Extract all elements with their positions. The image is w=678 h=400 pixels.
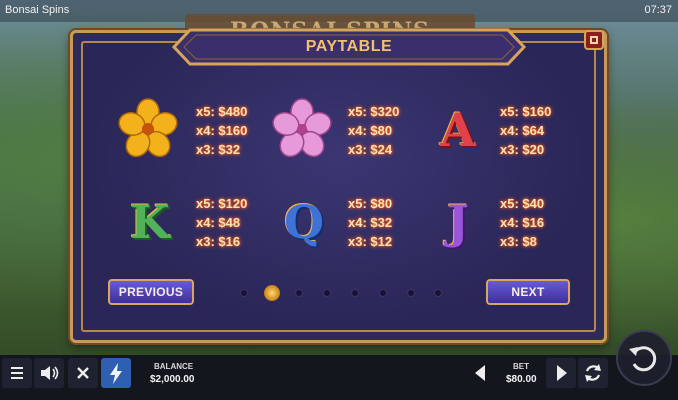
payout-x5: x5: $480	[196, 104, 248, 119]
payout-x5: x5: $80	[348, 196, 393, 211]
yellow-flower-payouts: x5: $480 x4: $160 x3: $32	[196, 102, 247, 159]
hamburger-icon[interactable]	[2, 358, 32, 388]
balance-value: $2,000.00	[150, 374, 195, 385]
increase-bet-icon[interactable]	[546, 358, 576, 388]
q-symbol-icon: Q	[283, 195, 325, 249]
j-symbol-payouts: x5: $40 x4: $16 x3: $8	[500, 194, 544, 251]
page-dot[interactable]	[323, 289, 331, 297]
paytable-title: PAYTABLE	[305, 38, 393, 55]
x-icon[interactable]	[68, 358, 98, 388]
refresh-icon[interactable]	[578, 358, 608, 388]
a-symbol-icon: A	[440, 103, 476, 157]
game-title: Bonsai Spins	[5, 4, 70, 16]
next-page-button[interactable]: NEXT	[486, 279, 570, 305]
payout-x4: x4: $48	[196, 215, 241, 230]
j-symbol-icon: J	[447, 195, 469, 249]
payout-x3: x3: $24	[348, 142, 393, 157]
payout-x4: x4: $80	[348, 123, 393, 138]
payout-x3: x3: $20	[500, 142, 545, 157]
page-dot[interactable]	[351, 289, 359, 297]
payout-x3: x3: $32	[196, 142, 241, 157]
payout-x5: x5: $40	[500, 196, 545, 211]
q-symbol-payouts: x5: $80 x4: $32 x3: $12	[348, 194, 392, 251]
payout-x4: x4: $32	[348, 215, 393, 230]
k-symbol-icon: K	[130, 195, 170, 249]
pink-flower-payouts: x5: $320 x4: $80 x3: $24	[348, 102, 399, 159]
payout-x4: x4: $16	[500, 215, 545, 230]
lightning-icon[interactable]	[101, 358, 131, 388]
yellow-flower-symbol-icon	[118, 98, 178, 158]
decrease-bet-icon[interactable]	[466, 358, 496, 388]
payout-x4: x4: $160	[196, 123, 248, 138]
previous-page-button[interactable]: PREVIOUS	[108, 279, 194, 305]
payout-x3: x3: $16	[196, 234, 241, 249]
page-indicator	[236, 283, 446, 303]
page-dot[interactable]	[295, 289, 303, 297]
payout-x4: x4: $64	[500, 123, 545, 138]
page-dot-active[interactable]	[264, 285, 280, 301]
payout-x5: x5: $160	[500, 104, 552, 119]
page-dot[interactable]	[240, 289, 248, 297]
payout-x5: x5: $320	[348, 104, 400, 119]
page-dot[interactable]	[434, 289, 442, 297]
paytable-title-plate: PAYTABLE	[172, 28, 526, 66]
page-dot[interactable]	[407, 289, 415, 297]
payout-x5: x5: $120	[196, 196, 248, 211]
pink-flower-symbol-icon	[272, 98, 332, 158]
page-dot[interactable]	[379, 289, 387, 297]
payout-x3: x3: $12	[348, 234, 393, 249]
bet-label: BET	[513, 362, 529, 371]
bet-value: $80.00	[506, 374, 537, 385]
speaker-icon[interactable]	[34, 358, 64, 388]
a-symbol-payouts: x5: $160 x4: $64 x3: $20	[500, 102, 551, 159]
spin-button[interactable]	[616, 330, 672, 386]
close-paytable-button[interactable]	[584, 30, 604, 50]
clock: 07:37	[644, 4, 672, 16]
payout-x3: x3: $8	[500, 234, 537, 249]
bottom-control-bar: BALANCE $2,000.00 BET $80.00	[0, 355, 678, 400]
balance-label: BALANCE	[154, 362, 194, 371]
k-symbol-payouts: x5: $120 x4: $48 x3: $16	[196, 194, 247, 251]
